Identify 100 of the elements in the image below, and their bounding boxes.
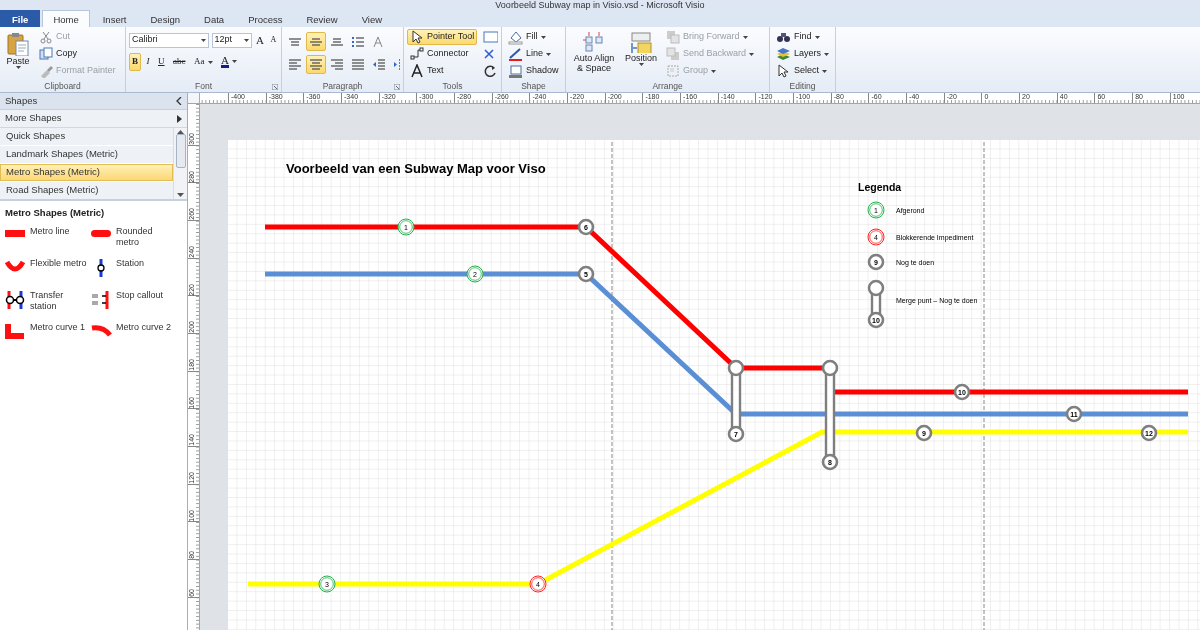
- align-bottom-icon: [330, 37, 344, 46]
- collapse-icon[interactable]: [176, 97, 182, 105]
- align-right-icon: [330, 57, 344, 72]
- brush-icon: [39, 64, 53, 78]
- align-shapes-icon: [582, 31, 606, 53]
- align-center-icon: [309, 57, 323, 72]
- scrollbar[interactable]: [173, 128, 187, 199]
- ribbon-tab[interactable]: Process: [237, 10, 294, 27]
- caret-icon: [207, 60, 213, 64]
- caret-icon: [546, 52, 551, 56]
- panel-title: Shapes: [5, 93, 38, 108]
- group-icon: [666, 64, 681, 78]
- ribbon-tab[interactable]: Design: [139, 10, 192, 27]
- scroll-down-icon: [177, 193, 184, 197]
- stencil-shape[interactable]: Metro line: [4, 226, 90, 253]
- stencil-item[interactable]: Metro Shapes (Metric): [0, 164, 173, 181]
- rotate-icon: [483, 64, 498, 78]
- layers-icon: [776, 47, 791, 61]
- stencil-item[interactable]: Road Shapes (Metric): [0, 182, 173, 199]
- pointer-icon: [410, 30, 424, 44]
- pointer-icon: [776, 64, 791, 78]
- paste-button[interactable]: Paste: [3, 29, 33, 80]
- stencil-item[interactable]: Quick Shapes: [0, 128, 173, 145]
- group-label: Font: [195, 79, 212, 92]
- font-style-button[interactable]: abc: [170, 53, 189, 71]
- stencil-shape[interactable]: Rounded metro: [90, 226, 186, 253]
- stencil-shape[interactable]: Flexible metro: [4, 258, 90, 285]
- stencil-title: Metro Shapes (Metric): [4, 206, 106, 220]
- caret-icon: [749, 52, 755, 56]
- caret-icon: [201, 38, 206, 42]
- font-style-button[interactable]: U: [155, 53, 168, 71]
- group-label: Shape: [521, 79, 546, 92]
- connector-icon: [410, 47, 424, 61]
- ruler-corner[interactable]: [188, 93, 200, 103]
- caret-icon: [15, 66, 21, 69]
- bring-forward-icon: [666, 30, 681, 44]
- paragraph-button[interactable]: [306, 55, 326, 74]
- scissors-icon: [39, 30, 53, 44]
- group-label: Editing: [789, 79, 816, 92]
- stencil-shape[interactable]: Station: [90, 258, 186, 285]
- position-button[interactable]: Position: [622, 29, 661, 80]
- clipboard-button[interactable]: Copy: [36, 46, 80, 62]
- editing-button[interactable]: Select: [773, 63, 830, 79]
- stencil-shape[interactable]: Stop callout: [90, 290, 186, 317]
- close-icon: [483, 48, 496, 60]
- auto-align-button[interactable]: Auto Align & Space: [569, 29, 619, 80]
- ribbon-tab[interactable]: Home: [42, 10, 90, 27]
- caret-icon: [243, 38, 249, 42]
- shape-format-button[interactable]: Line: [505, 46, 554, 62]
- caret-icon: [824, 52, 829, 56]
- bullet-list-icon: [351, 34, 365, 49]
- more-shapes-button[interactable]: More Shapes: [0, 110, 187, 128]
- tool-button[interactable]: Connector: [407, 46, 472, 62]
- justify-icon: [351, 57, 365, 72]
- tool-button[interactable]: Pointer Tool: [407, 29, 478, 45]
- editing-button[interactable]: Layers: [773, 46, 832, 62]
- ribbon-tab[interactable]: Data: [193, 10, 236, 27]
- font-style-button[interactable]: I: [143, 53, 153, 71]
- font-family-field[interactable]: Calibri: [129, 32, 209, 48]
- ribbon-tab[interactable]: File: [0, 10, 41, 27]
- caret-icon: [814, 35, 820, 39]
- transfer-station-icon: [4, 290, 26, 311]
- caret-icon: [711, 69, 717, 73]
- font-color-button[interactable]: A: [218, 53, 240, 69]
- ribbon-tab[interactable]: Review: [295, 10, 349, 27]
- scrollbar-thumb[interactable]: [175, 134, 186, 168]
- ribbon-tab[interactable]: Insert: [91, 10, 138, 27]
- launcher-icon[interactable]: [394, 84, 400, 90]
- tool-button[interactable]: Text: [407, 63, 447, 79]
- shape-format-button[interactable]: Shadow: [505, 63, 562, 79]
- group-label: Paragraph: [322, 79, 363, 92]
- caret-icon: [638, 63, 644, 66]
- send-backward-icon: [666, 47, 681, 61]
- ribbon-tab[interactable]: View: [350, 10, 394, 27]
- binoculars-icon: [776, 30, 791, 44]
- shadow-icon: [508, 63, 523, 79]
- group-label: Clipboard: [44, 79, 81, 92]
- outdent-icon: [372, 57, 386, 72]
- window-title: Voorbeeld Subway map in Visio.vsd - Microsoft Visio: [495, 0, 705, 10]
- shape-format-button[interactable]: Fill: [505, 29, 549, 45]
- stencil-item[interactable]: Landmark Shapes (Metric): [0, 146, 173, 163]
- legend-title: Legenda: [858, 181, 902, 193]
- group-label: Tools: [442, 79, 463, 92]
- font-style-button[interactable]: Aa: [191, 53, 216, 71]
- paragraph-button[interactable]: [306, 32, 326, 51]
- stop-callout-icon: [90, 290, 112, 311]
- grow-font-button[interactable]: A: [254, 32, 266, 48]
- caret-icon: [742, 35, 748, 39]
- font-style-button[interactable]: B: [129, 53, 141, 71]
- font-size-field[interactable]: 12pt: [211, 32, 252, 48]
- align-top-icon: [288, 37, 302, 46]
- editing-button[interactable]: Find: [773, 29, 823, 45]
- shrink-font-button[interactable]: A: [268, 32, 278, 48]
- stencil-shape[interactable]: Metro curve 1: [4, 322, 90, 349]
- stencil-shape[interactable]: Metro curve 2: [90, 322, 186, 349]
- group-label: Arrange: [652, 79, 683, 92]
- align-middle-icon: [309, 37, 323, 46]
- stencil-shape[interactable]: Transfer station: [4, 290, 90, 317]
- position-icon: [629, 31, 653, 53]
- launcher-icon[interactable]: [272, 84, 278, 90]
